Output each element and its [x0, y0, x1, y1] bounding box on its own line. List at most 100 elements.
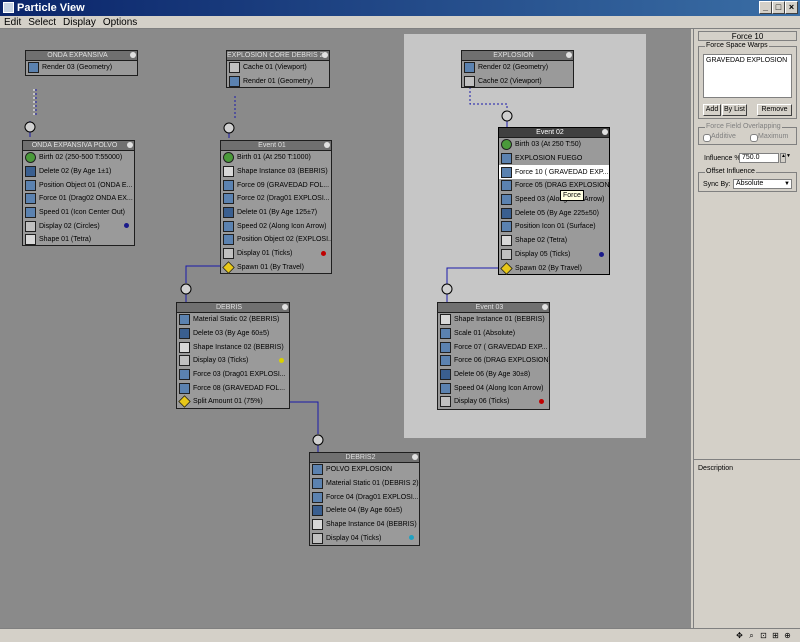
close-icon[interactable] — [127, 142, 133, 148]
operator[interactable]: Shape Instance 03 (BEBRIS) — [221, 165, 331, 179]
operator[interactable]: Material Static 01 (DEBRIS 2) — [310, 477, 419, 491]
minimize-button[interactable]: _ — [759, 1, 772, 14]
operator[interactable]: Force 05 (DRAG EXPLOSION) — [499, 179, 609, 193]
menu-options[interactable]: Options — [100, 17, 140, 29]
operator[interactable]: Shape Instance 04 (BEBRIS) — [310, 518, 419, 532]
display-color-dot — [539, 399, 544, 405]
operator[interactable]: Position Object 01 (ONDA E... — [23, 178, 134, 192]
zoom-extents-icon[interactable]: ⊞ — [771, 631, 780, 640]
operator[interactable]: Shape 01 (Tetra) — [23, 233, 134, 247]
operator[interactable]: Shape Instance 01 (BEBRIS) — [438, 313, 549, 327]
maximize-button[interactable]: □ — [772, 1, 785, 14]
node-debris2[interactable]: DEBRIS2 POLVO EXPLOSION Material Static 0… — [309, 452, 420, 546]
warps-list[interactable]: GRAVEDAD EXPLOSION — [703, 54, 792, 98]
node-event-03[interactable]: Event 03 Shape Instance 01 (BEBRIS) Scale… — [437, 302, 550, 410]
particle-graph-canvas[interactable]: ONDA EXPANSIVA Render 03 (Geometry) EXPL… — [0, 29, 691, 628]
close-button[interactable]: × — [785, 1, 798, 14]
node-onda-expansiva-polvo[interactable]: ONDA EXPANSIVA POLVO Birth 02 (250-500 T… — [22, 140, 135, 246]
operator[interactable]: Birth 01 (At 250 T:1000) — [221, 151, 331, 165]
operator[interactable]: Speed 03 (Along Icon Arrow) — [499, 193, 609, 207]
node-explosion-core[interactable]: EXPLOSION CORE DEBRIS 2 Cache 01 (Viewpo… — [226, 50, 330, 88]
operator[interactable]: Force 07 ( GRAVEDAD EXP... — [438, 340, 549, 354]
no-zoom-icon[interactable]: ⊕ — [783, 631, 792, 640]
birth-icon — [25, 152, 36, 164]
operator[interactable]: Speed 01 (Icon Center Out) — [23, 206, 134, 220]
additive-radio[interactable] — [703, 134, 711, 142]
operator[interactable]: Delete 06 (By Age 30±8) — [438, 368, 549, 382]
influence-label: Influence % — [704, 155, 741, 162]
operator[interactable]: Delete 04 (By Age 60±5) — [310, 504, 419, 518]
influence-spinner[interactable]: ▲▼ — [780, 153, 791, 163]
zoom-icon[interactable]: ⌕ — [747, 631, 756, 640]
operator[interactable]: Speed 04 (Along Icon Arrow) — [438, 381, 549, 395]
operator[interactable]: Force 02 (Drag01 EXPLOSI... — [221, 192, 331, 206]
rollout-header[interactable]: Force 10 — [698, 31, 797, 41]
operator[interactable]: Delete 05 (By Age 225±50) — [499, 206, 609, 220]
operator[interactable]: Force 09 (GRAVEDAD FOL... — [221, 178, 331, 192]
operator[interactable]: Material Static 02 (BEBRIS) — [177, 313, 289, 327]
operator[interactable]: Shape 02 (Tetra) — [499, 234, 609, 248]
operator[interactable]: Split Amount 01 (75%) — [177, 395, 289, 409]
operator[interactable]: Display 02 (Circles) — [23, 219, 134, 233]
close-icon[interactable] — [542, 304, 548, 310]
close-icon[interactable] — [130, 52, 136, 58]
operator[interactable]: Display 06 (Ticks) — [438, 395, 549, 409]
operator[interactable]: Display 05 (Ticks) — [499, 248, 609, 262]
shape-icon — [312, 519, 323, 531]
node-event-01[interactable]: Event 01 Birth 01 (At 250 T:1000) Shape I… — [220, 140, 332, 274]
operator[interactable]: Delete 02 (By Age 1±1) — [23, 165, 134, 179]
operator[interactable]: Display 04 (Ticks) — [310, 531, 419, 545]
menu-edit[interactable]: Edit — [1, 17, 24, 29]
operator[interactable]: Force 06 (DRAG EXPLOSION) — [438, 354, 549, 368]
operator[interactable]: Birth 02 (250-500 T:55000) — [23, 151, 134, 165]
operator[interactable]: Render 01 (Geometry) — [227, 75, 329, 89]
add-button[interactable]: Add — [703, 104, 721, 116]
operator[interactable]: Position Icon 01 (Surface) — [499, 220, 609, 234]
input-port — [441, 283, 453, 295]
zoom-region-icon[interactable]: ⊡ — [759, 631, 768, 640]
operator[interactable]: Shape Instance 02 (BEBRIS) — [177, 340, 289, 354]
close-icon[interactable] — [412, 454, 418, 460]
pan-icon[interactable]: ✥ — [735, 631, 744, 640]
sync-by-value: Absolute — [736, 180, 764, 187]
operator[interactable]: Force 10 ( GRAVEDAD EXP... — [499, 165, 609, 180]
operator[interactable]: Cache 01 (Viewport) — [227, 61, 329, 75]
operator[interactable]: Force 08 (GRAVEDAD FOL... — [177, 381, 289, 395]
list-item[interactable]: GRAVEDAD EXPLOSION — [706, 56, 787, 65]
operator[interactable]: Scale 01 (Absolute) — [438, 327, 549, 341]
operator[interactable]: Force 01 (Drag02 ONDA EX... — [23, 192, 134, 206]
operator[interactable]: Delete 03 (By Age 60±5) — [177, 327, 289, 341]
by-list-button[interactable]: By List — [722, 104, 747, 116]
operator[interactable]: Delete 01 (By Age 125±7) — [221, 206, 331, 220]
close-icon[interactable] — [324, 142, 330, 148]
title-bar: Particle View _ □ × — [0, 0, 800, 16]
sync-by-select[interactable]: Absolute ▼ — [733, 179, 792, 189]
operator[interactable]: Cache 02 (Viewport) — [462, 75, 573, 89]
operator[interactable]: EXPLOSION FUEGO — [499, 152, 609, 166]
remove-button[interactable]: Remove — [757, 104, 792, 116]
close-icon[interactable] — [322, 52, 328, 58]
operator[interactable]: Display 01 (Ticks) — [221, 247, 331, 261]
operator[interactable]: Render 03 (Geometry) — [26, 61, 137, 75]
operator[interactable]: Display 03 (Ticks) — [177, 354, 289, 368]
close-icon[interactable] — [602, 129, 608, 135]
operator[interactable]: POLVO EXPLOSION — [310, 463, 419, 477]
node-event-02[interactable]: Event 02 Birth 03 (At 250 T:50) EXPLOSION… — [498, 127, 610, 275]
node-explosion[interactable]: EXPLOSION Render 02 (Geometry) Cache 02 … — [461, 50, 574, 88]
node-onda-expansiva[interactable]: ONDA EXPANSIVA Render 03 (Geometry) — [25, 50, 138, 76]
maximum-radio[interactable] — [750, 134, 758, 142]
operator[interactable]: Spawn 01 (By Travel) — [221, 261, 331, 275]
node-debris[interactable]: DEBRIS Material Static 02 (BEBRIS) Delete… — [176, 302, 290, 409]
close-icon[interactable] — [282, 304, 288, 310]
operator[interactable]: Position Object 02 (EXPLOSI... — [221, 233, 331, 247]
operator[interactable]: Speed 02 (Along Icon Arrow) — [221, 219, 331, 233]
close-icon[interactable] — [566, 52, 572, 58]
operator[interactable]: Birth 03 (At 250 T:50) — [499, 138, 609, 152]
operator[interactable]: Force 04 (Drag01 EXPLOSI... — [310, 490, 419, 504]
influence-field[interactable]: 750.0 — [739, 153, 779, 163]
operator[interactable]: Render 02 (Geometry) — [462, 61, 573, 75]
operator[interactable]: Force 03 (Drag01 EXPLOSI... — [177, 368, 289, 382]
menu-display[interactable]: Display — [60, 17, 99, 29]
operator[interactable]: Spawn 02 (By Travel) — [499, 261, 609, 275]
menu-select[interactable]: Select — [25, 17, 59, 29]
